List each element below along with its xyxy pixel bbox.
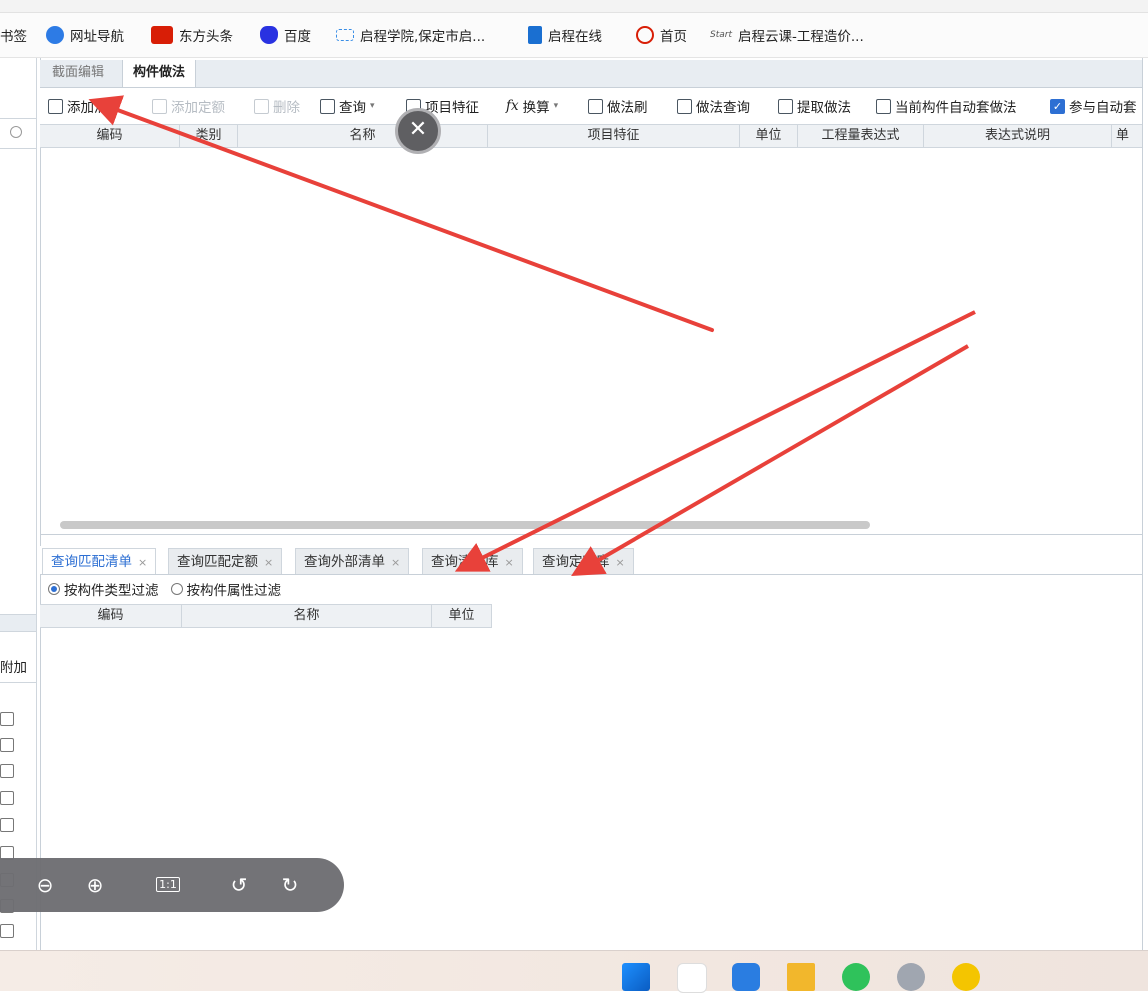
arrow-to-quota-library [571, 344, 970, 577]
folder-icon[interactable] [787, 963, 815, 991]
rotate-right-icon[interactable]: ↻ [276, 871, 304, 899]
actual-size-button[interactable]: 1:1 [154, 871, 182, 899]
image-viewer-toolbar: ⊖ ⊕ 1:1 ↺ ↻ [0, 858, 344, 912]
start-icon[interactable] [622, 963, 650, 991]
browser-icon[interactable] [677, 963, 707, 993]
wechat-icon[interactable] [842, 963, 870, 991]
arrow-to-list-library [454, 310, 976, 572]
assistant-icon[interactable] [897, 963, 925, 991]
zoom-in-icon[interactable]: ⊕ [81, 871, 109, 899]
rotate-left-icon[interactable]: ↺ [225, 871, 253, 899]
plus-app-icon[interactable] [952, 963, 980, 991]
close-icon[interactable]: ✕ [395, 108, 441, 154]
app-icon[interactable] [732, 963, 760, 991]
zoom-out-icon[interactable]: ⊖ [31, 871, 59, 899]
annotation-arrows [88, 95, 976, 577]
windows-taskbar [0, 950, 1148, 993]
